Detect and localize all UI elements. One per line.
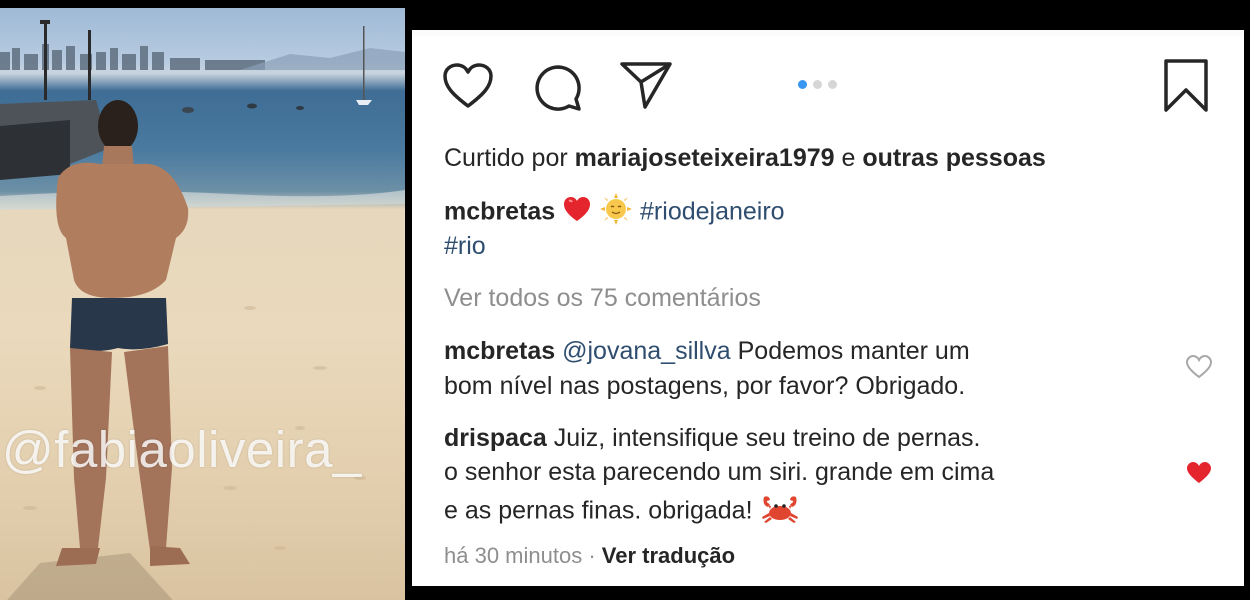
likes-line: Curtido por mariajoseteixeira1979 e outr…: [444, 142, 1046, 174]
comment-1-line-2: bom nível nas postagens, por favor? Obri…: [444, 370, 965, 402]
comment-mention-link[interactable]: @jovana_sillva: [562, 337, 731, 365]
comment-2-line-2: o senhor esta parecendo um siri. grande …: [444, 456, 994, 488]
carousel-indicator: [798, 80, 837, 89]
comment-bubble-icon: [535, 65, 581, 111]
watermark-text: @fabiaoliveira_: [2, 421, 362, 478]
comment-username[interactable]: drispaca: [444, 424, 547, 452]
comment-button[interactable]: [532, 61, 584, 118]
comment-2: drispaca Juiz, intensifique seu treino d…: [444, 422, 980, 454]
comment-liked-button[interactable]: [1185, 460, 1213, 491]
comment-text: bom nível nas postagens, por favor? Obri…: [444, 372, 966, 400]
view-all-comments-link[interactable]: Ver todos os 75 comentários: [444, 282, 761, 314]
save-button[interactable]: [1162, 58, 1210, 119]
post-photo: @fabiaoliveira_: [0, 8, 405, 600]
caption-username[interactable]: mcbretas: [444, 198, 555, 226]
carousel-dot: [828, 80, 837, 89]
comment-username[interactable]: mcbretas: [444, 337, 555, 365]
see-translation-link[interactable]: Ver tradução: [602, 543, 735, 568]
caption-line: mcbretas #riodejaneiro: [444, 192, 785, 234]
sun-face-emoji-icon: [599, 192, 633, 234]
carousel-dot: [813, 80, 822, 89]
heart-outline-icon: [443, 63, 493, 108]
heart-outline-icon: [1185, 354, 1213, 379]
meta-separator: ·: [588, 543, 596, 568]
carousel-dot-active: [798, 80, 807, 89]
likes-joiner: e: [841, 144, 856, 172]
heart-emoji-icon: [562, 195, 592, 231]
hashtag-link[interactable]: #riodejaneiro: [640, 198, 785, 226]
comment-text: Juiz, intensifique seu treino de pernas.: [553, 424, 981, 452]
timestamp: há 30 minutos: [444, 543, 583, 568]
caption-line-2: #rio: [444, 230, 486, 262]
bookmark-icon: [1164, 59, 1208, 112]
comment-text: o senhor esta parecendo um siri. grande …: [444, 458, 995, 486]
paper-plane-icon: [620, 62, 672, 109]
person-figure: [56, 100, 190, 566]
post-meta-line: há 30 minutos · Ver tradução: [444, 540, 735, 572]
panel-top-strip: [412, 30, 1244, 36]
likes-others-link[interactable]: outras pessoas: [862, 144, 1045, 172]
likes-user-link[interactable]: mariajoseteixeira1979: [575, 144, 835, 172]
beach-scene: [0, 20, 405, 600]
comment-2-line-3: e as pernas finas. obrigada!: [444, 491, 800, 533]
comment-1: mcbretas @jovana_sillva Podemos manter u…: [444, 335, 970, 367]
comment-text: Podemos manter um: [737, 337, 970, 365]
comment-like-button[interactable]: [1185, 354, 1213, 385]
instagram-post-panel: Curtido por mariajoseteixeira1979 e outr…: [412, 30, 1244, 586]
share-button[interactable]: [619, 60, 673, 115]
crab-emoji-icon: [760, 491, 800, 533]
heart-filled-icon: [1187, 462, 1211, 483]
likes-prefix: Curtido por: [444, 144, 568, 172]
comment-text: e as pernas finas. obrigada!: [444, 496, 753, 525]
hashtag-link[interactable]: #rio: [444, 232, 486, 260]
like-button[interactable]: [442, 62, 494, 115]
